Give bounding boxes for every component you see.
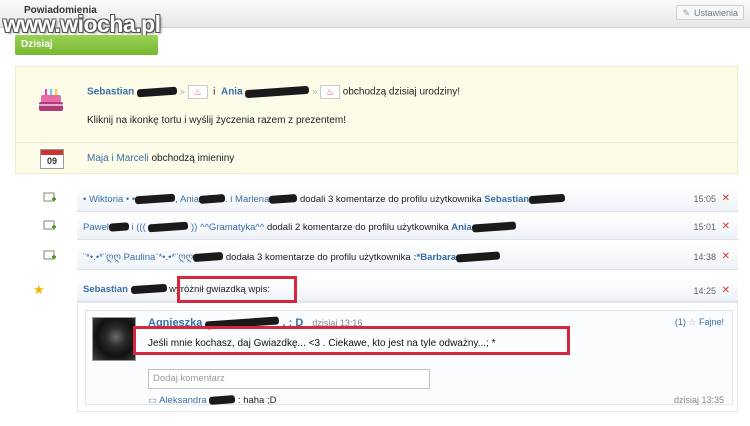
nameday-names[interactable]: Maja i Marceli [87, 153, 149, 164]
close-icon[interactable]: ✕ [722, 221, 730, 232]
activity-fragment: dodali 3 komentarze do profilu użytkowni… [297, 194, 485, 205]
close-icon[interactable]: ✕ [722, 193, 730, 204]
starred-post: Agnieszka . ; D dzisiaj 13:16 (1) ☆ Fajn… [77, 302, 738, 412]
day-header: Dzisiaj [15, 35, 158, 55]
blurred-surname [209, 395, 236, 406]
activity-text: • Wiktoria • • , Ania . i Marlena dodali 3… [83, 194, 566, 205]
blurred-surname [528, 194, 566, 205]
nameday-text: obchodzą imieniny [151, 153, 235, 164]
settings-label: Ustawienia [693, 8, 738, 18]
user-link[interactable]: i ((( [129, 222, 149, 233]
blurred-surname [198, 194, 226, 205]
gift-cake-icon[interactable]: ♨ [320, 85, 340, 99]
blurred-surname [108, 222, 130, 233]
user-link[interactable]: . i Marlena [225, 194, 269, 205]
birthday-person-1[interactable]: Sebastian [87, 87, 134, 98]
user-link[interactable]: • Wiktoria • • [83, 194, 135, 205]
user-link[interactable]: , Ania [175, 194, 199, 205]
comment-add-icon [43, 192, 56, 202]
comment-add-icon [43, 250, 56, 260]
activity-time: 14:38 [693, 252, 716, 262]
star-icon: ★ [33, 282, 45, 297]
user-link[interactable]: )) ^^Gramatyka^^ [188, 222, 264, 233]
user-link[interactable]: Ania [451, 222, 472, 233]
calendar-icon: 09 [40, 149, 64, 169]
notifications-page: Powiadomienia ✎ Ustawienia www.wiocha.pl… [0, 0, 750, 426]
cake-icon[interactable] [38, 87, 64, 113]
like-area[interactable]: (1) ☆ Fajne! [675, 317, 724, 328]
activity-time: 14:25 [693, 286, 716, 296]
reply-date: dzisiaj 13:35 [673, 395, 724, 405]
highlight-box [177, 276, 297, 303]
arrow-icon: » [179, 86, 185, 97]
avatar[interactable] [92, 317, 136, 361]
birthday-panel: Sebastian » ♨ i Ania » ♨ obchodzą dzisia… [15, 66, 738, 142]
star-outline-icon[interactable]: ☆ [688, 317, 696, 327]
highlight-box [133, 326, 570, 355]
birthday-text: obchodzą dzisiaj urodziny! [342, 86, 461, 98]
user-link[interactable]: ¨*•.•*¨ღღ Paulina¨*•.•*¨ღღ [83, 252, 193, 263]
post-card: Agnieszka . ; D dzisiaj 13:16 (1) ☆ Fajn… [85, 310, 733, 406]
activity-time: 15:05 [693, 194, 716, 204]
birthday-person-2[interactable]: Ania [221, 87, 243, 98]
close-icon[interactable]: ✕ [722, 285, 730, 296]
watermark: www.wiocha.pl [3, 11, 161, 37]
reply-text: : haha ;D [237, 395, 277, 406]
blurred-surname [136, 86, 178, 98]
blurred-surname [134, 194, 176, 205]
blurred-surname [130, 284, 167, 295]
blurred-surname [245, 85, 310, 99]
activity-text: ¨*•.•*¨ღღ Paulina¨*•.•*¨ღღ dodała 3 kome… [83, 251, 501, 264]
arrow-icon: » [312, 86, 318, 97]
comment-add-icon [43, 220, 56, 230]
activity-time: 15:01 [693, 222, 716, 232]
activity-fragment: dodali 2 komentarze do profilu użytkowni… [264, 222, 452, 233]
blurred-surname [192, 252, 224, 263]
activity-text: Paweł i ((( )) ^^Gramatyka^^ dodali 2 ko… [83, 221, 517, 234]
birthday-line: Sebastian » ♨ i Ania » ♨ obchodzą dzisia… [87, 85, 460, 99]
speech-bubble-icon: ▭ [148, 395, 157, 406]
like-label[interactable]: Fajne! [699, 317, 724, 327]
nameday-line: Maja i Marceli obchodzą imieniny [87, 153, 234, 164]
user-link[interactable]: Paweł [83, 222, 109, 233]
activity-row: Paweł i ((( )) ^^Gramatyka^^ dodali 2 ko… [43, 214, 738, 240]
settings-button[interactable]: ✎ Ustawienia [676, 5, 744, 20]
nameday-panel: 09 Maja i Marceli obchodzą imieniny [15, 142, 738, 174]
reply-line: ▭ Aleksandra : haha ;D [148, 395, 276, 406]
activity-row: ¨*•.•*¨ღღ Paulina¨*•.•*¨ღღ dodała 3 kome… [43, 244, 738, 270]
blurred-surname [269, 194, 298, 205]
likes-count: (1) [674, 317, 686, 327]
and-word: i [213, 86, 216, 98]
birthday-hint: Kliknij na ikonkę tortu i wyślij życzeni… [87, 115, 346, 126]
calendar-day: 09 [46, 156, 57, 166]
gift-cake-icon[interactable]: ♨ [187, 85, 208, 99]
user-link[interactable]: :*Barbara [413, 252, 456, 263]
activity-fragment: dodała 3 komentarze do profilu użytkowni… [223, 252, 414, 263]
blurred-surname [148, 222, 189, 233]
user-link[interactable]: Sebastian [484, 194, 529, 205]
reply-author[interactable]: Aleksandra [159, 395, 207, 406]
activity-row: • Wiktoria • • , Ania . i Marlena dodali 3… [43, 186, 738, 212]
blurred-surname [455, 251, 501, 264]
blurred-surname [471, 221, 517, 234]
star-user[interactable]: Sebastian [83, 284, 128, 295]
close-icon[interactable]: ✕ [722, 251, 730, 262]
comment-input[interactable]: Dodaj komentarz [148, 369, 430, 389]
wrench-icon: ✎ [682, 8, 690, 18]
